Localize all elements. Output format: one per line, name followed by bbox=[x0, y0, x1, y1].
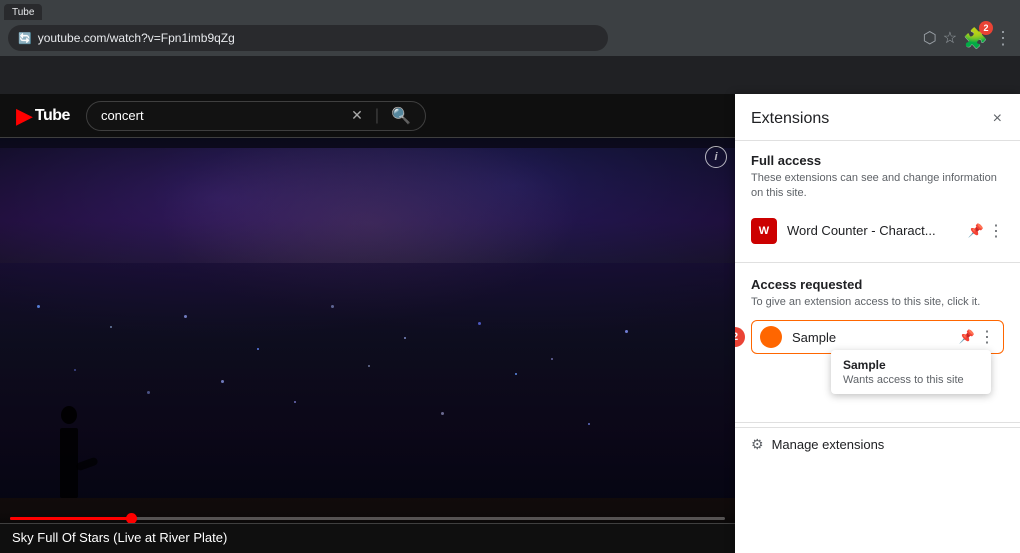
manage-gear-icon: ⚙ bbox=[751, 436, 764, 453]
sample-pin-icon[interactable]: 📌 bbox=[959, 329, 975, 345]
secure-icon: 🔄 bbox=[18, 32, 32, 45]
sample-extension-icon bbox=[760, 326, 782, 348]
word-counter-name: Word Counter - Charact... bbox=[787, 223, 958, 238]
sample-extension-item[interactable]: Sample 📌 ⋮ bbox=[751, 320, 1004, 354]
search-clear-icon[interactable]: ✕ bbox=[351, 107, 363, 124]
sample-badge: 2 bbox=[735, 327, 745, 347]
sample-ext-actions: 📌 ⋮ bbox=[959, 327, 995, 347]
full-access-title: Full access bbox=[751, 153, 1004, 168]
extension-word-counter[interactable]: W Word Counter - Charact... 📌 ⋮ bbox=[751, 212, 1004, 250]
video-container[interactable]: i 🔊 0:48 / 4:48 ⟳ bbox=[0, 138, 735, 553]
url-text: youtube.com/watch?v=Fpn1imb9qZg bbox=[38, 31, 235, 45]
word-counter-actions: 📌 ⋮ bbox=[968, 221, 1004, 241]
crowd-lights bbox=[0, 283, 735, 498]
sample-extension-name: Sample bbox=[792, 330, 949, 345]
performer-silhouette bbox=[60, 428, 78, 498]
main-area: ▶ Tube ✕ | 🔍 bbox=[0, 94, 1020, 553]
youtube-area: ▶ Tube ✕ | 🔍 bbox=[0, 94, 735, 553]
extensions-close-button[interactable]: × bbox=[991, 108, 1004, 130]
youtube-header: ▶ Tube ✕ | 🔍 bbox=[0, 94, 735, 138]
sample-ext-wrapper: 2 Sample 📌 ⋮ Sample Wants access to this… bbox=[751, 320, 1004, 354]
word-counter-icon: W bbox=[751, 218, 777, 244]
manage-extensions-row[interactable]: ⚙ Manage extensions bbox=[735, 427, 1020, 461]
yt-logo-text: Tube bbox=[35, 107, 70, 125]
progress-fill bbox=[10, 517, 132, 520]
youtube-search-input[interactable] bbox=[101, 108, 343, 123]
sample-tooltip: Sample Wants access to this site bbox=[831, 350, 991, 394]
divider-2 bbox=[735, 422, 1020, 423]
video-background: i 🔊 0:48 / 4:48 ⟳ bbox=[0, 138, 735, 553]
full-access-desc: These extensions can see and change info… bbox=[751, 171, 1004, 202]
browser-menu-icon[interactable]: ⋮ bbox=[994, 28, 1012, 49]
progress-bar[interactable] bbox=[10, 517, 725, 520]
youtube-search-bar[interactable]: ✕ | 🔍 bbox=[86, 101, 426, 131]
video-title: Sky Full Of Stars (Live at River Plate) bbox=[12, 530, 227, 545]
access-requested-section: Access requested To give an extension ac… bbox=[735, 267, 1020, 362]
active-tab[interactable]: Tube bbox=[4, 4, 42, 20]
access-requested-title: Access requested bbox=[751, 277, 1004, 292]
info-icon[interactable]: i bbox=[705, 146, 727, 168]
browser-chrome: Tube 🔄 youtube.com/watch?v=Fpn1imb9qZg ⬡… bbox=[0, 0, 1020, 38]
access-requested-desc: To give an extension access to this site… bbox=[751, 295, 1004, 310]
address-bar[interactable]: 🔄 youtube.com/watch?v=Fpn1imb9qZg bbox=[8, 25, 608, 51]
word-counter-pin-icon[interactable]: 📌 bbox=[968, 223, 984, 239]
word-counter-more-icon[interactable]: ⋮ bbox=[988, 221, 1004, 241]
bookmark-icon[interactable]: ☆ bbox=[943, 28, 957, 48]
active-tab-label: Tube bbox=[12, 7, 34, 18]
divider-1 bbox=[735, 262, 1020, 263]
search-icon[interactable]: 🔍 bbox=[391, 106, 411, 126]
browser-action-buttons: ⬡ ☆ 🧩 2 ⋮ bbox=[923, 26, 1012, 51]
youtube-logo: ▶ Tube bbox=[16, 103, 70, 129]
extensions-panel: Extensions × Full access These extension… bbox=[735, 94, 1020, 553]
tooltip-title: Sample bbox=[843, 358, 979, 372]
sample-more-icon[interactable]: ⋮ bbox=[979, 327, 995, 347]
extensions-button[interactable]: 🧩 2 bbox=[963, 26, 988, 51]
extensions-panel-title: Extensions bbox=[751, 110, 829, 128]
tooltip-desc: Wants access to this site bbox=[843, 374, 979, 386]
extensions-panel-header: Extensions × bbox=[735, 94, 1020, 141]
manage-extensions-label: Manage extensions bbox=[772, 437, 885, 452]
video-title-bar: Sky Full Of Stars (Live at River Plate) bbox=[0, 523, 735, 553]
cast-icon[interactable]: ⬡ bbox=[923, 28, 937, 48]
full-access-section: Full access These extensions can see and… bbox=[735, 141, 1020, 258]
extensions-badge: 2 bbox=[979, 21, 993, 35]
